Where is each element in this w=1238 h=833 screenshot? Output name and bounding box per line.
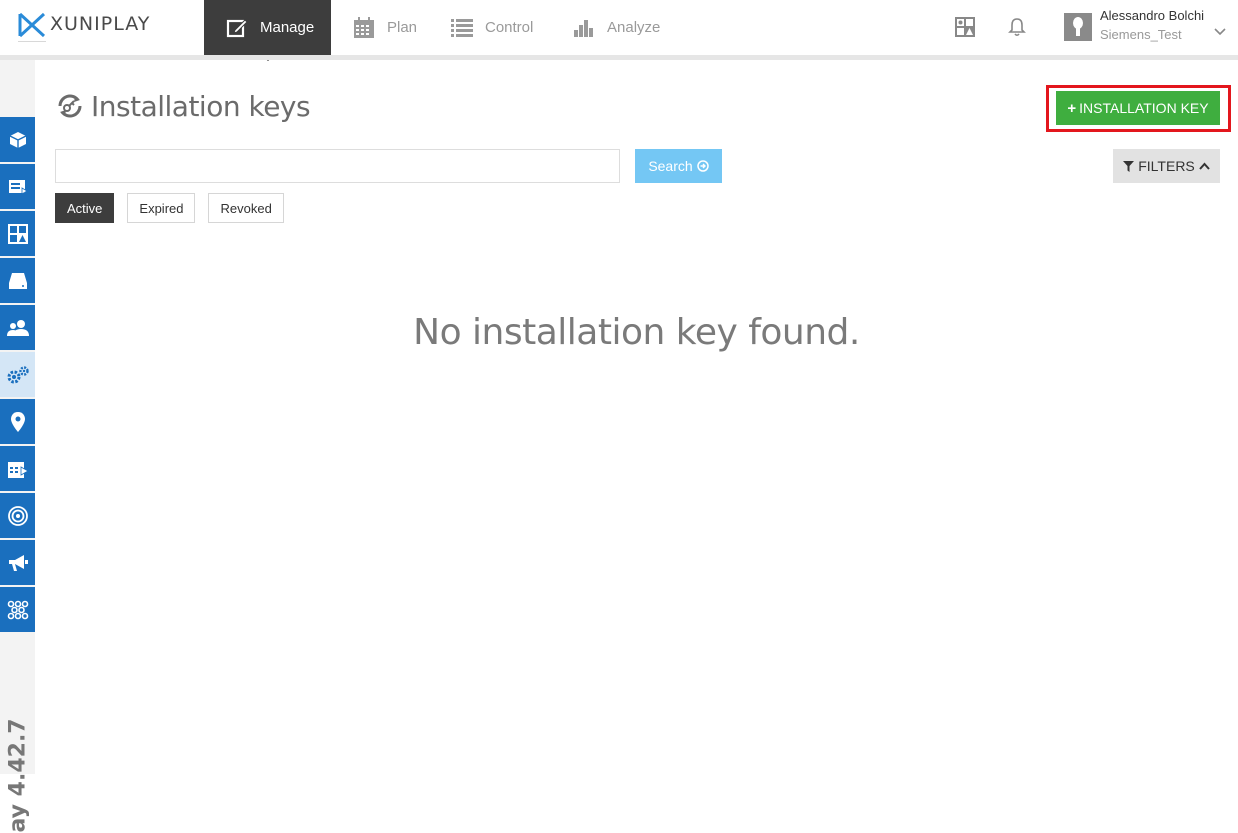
tab-revoked[interactable]: Revoked — [208, 193, 284, 223]
plus-icon: + — [1067, 99, 1077, 117]
sidebar-item-users[interactable] — [0, 305, 35, 350]
filters-label: FILTERS — [1138, 158, 1195, 174]
nav-analyze-label: Analyze — [607, 19, 661, 36]
dashboard-icon[interactable] — [954, 16, 976, 38]
xuniplay-logo-icon — [18, 12, 46, 38]
player-icon — [8, 179, 28, 195]
top-bar: XUNIPLAY Manage Plan Control Analyze Ale… — [0, 0, 1238, 61]
add-installation-key-label: INSTALLATION KEY — [1079, 100, 1209, 116]
sidebar-item-network[interactable] — [0, 587, 35, 632]
layout-icon — [7, 223, 28, 244]
arrow-circle-right-icon — [696, 160, 709, 172]
chevron-down-icon[interactable] — [1214, 23, 1226, 41]
filters-button[interactable]: FILTERS — [1113, 149, 1220, 183]
nav-control-label: Control — [485, 19, 534, 36]
list-icon — [451, 17, 473, 39]
schedule-icon — [7, 461, 29, 478]
calendar-icon — [353, 16, 375, 39]
sidebar-item-storage[interactable] — [0, 258, 35, 303]
user-silhouette-icon — [1073, 17, 1083, 36]
users-icon — [6, 319, 29, 336]
search-button-label: Search — [648, 158, 693, 174]
user-org: Siemens_Test — [1100, 27, 1182, 42]
filter-icon — [1123, 160, 1135, 172]
page-header: Installation keys — [55, 86, 311, 126]
search-input[interactable] — [55, 149, 620, 183]
sidebar-items — [0, 117, 35, 634]
bell-icon[interactable] — [1006, 16, 1028, 38]
logo-underline — [18, 41, 46, 42]
sidebar-item-broadcast[interactable] — [0, 493, 35, 538]
nav-analyze[interactable]: Analyze — [553, 0, 680, 55]
nav-control[interactable]: Control — [431, 0, 553, 55]
tab-active[interactable]: Active — [55, 193, 115, 223]
sidebar-item-layouts[interactable] — [0, 211, 35, 256]
add-installation-key-button[interactable]: + INSTALLATION KEY — [1056, 91, 1220, 125]
sidebar-item-settings[interactable] — [0, 352, 35, 397]
sidebar-item-schedules[interactable] — [0, 446, 35, 491]
settings-gears-icon — [7, 365, 29, 383]
logo-text: XUNIPLAY — [50, 13, 151, 35]
tab-expired[interactable]: Expired — [127, 193, 196, 223]
version-label: ay 4.42.7 — [5, 718, 31, 833]
sidebar-item-locations[interactable] — [0, 399, 35, 444]
bar-chart-icon — [573, 17, 595, 39]
nav-plan-label: Plan — [387, 19, 418, 36]
storage-icon — [8, 272, 27, 289]
location-pin-icon — [10, 411, 25, 432]
main-nav: Manage Plan Control Analyze — [204, 0, 680, 61]
sidebar-item-packages[interactable] — [0, 117, 35, 162]
user-menu[interactable]: Alessandro Bolchi Siemens_Test — [1064, 6, 1226, 46]
megaphone-icon — [8, 554, 28, 571]
edit-icon — [226, 17, 248, 39]
user-name: Alessandro Bolchi — [1100, 8, 1205, 23]
avatar — [1064, 13, 1092, 41]
chevron-up-icon — [1199, 162, 1210, 170]
status-tabs: Active Expired Revoked — [55, 193, 297, 223]
nav-manage[interactable]: Manage — [204, 0, 331, 61]
broadcast-icon — [7, 505, 28, 526]
nav-manage-label: Manage — [260, 19, 315, 36]
nav-plan[interactable]: Plan — [331, 0, 431, 55]
network-icon — [7, 600, 28, 619]
key-refresh-icon — [58, 94, 82, 118]
logo[interactable]: XUNIPLAY — [18, 12, 150, 42]
page-title: Installation keys — [91, 89, 311, 123]
sidebar-item-players[interactable] — [0, 164, 35, 209]
sidebar-item-campaigns[interactable] — [0, 540, 35, 585]
package-icon — [9, 131, 26, 148]
topbar-divider — [0, 55, 1238, 60]
empty-state-message: No installation key found. — [413, 312, 860, 353]
search-button[interactable]: Search — [635, 149, 722, 183]
